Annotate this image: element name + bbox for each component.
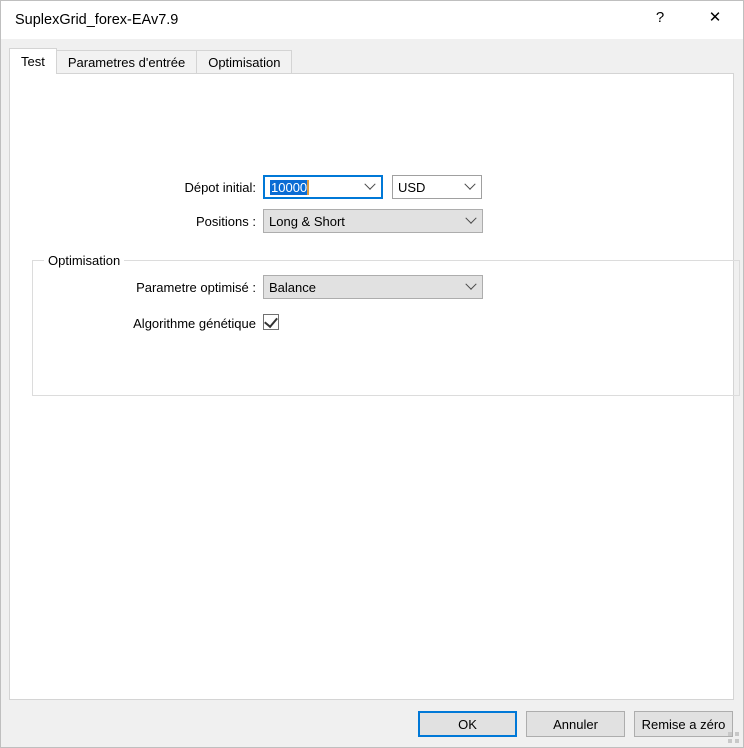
- reset-button[interactable]: Remise a zéro: [634, 711, 733, 737]
- chevron-down-icon[interactable]: [459, 176, 481, 198]
- ok-button[interactable]: OK: [418, 711, 517, 737]
- tab-optimisation[interactable]: Optimisation: [196, 50, 292, 74]
- positions-combobox[interactable]: Long & Short: [263, 209, 483, 233]
- window-title: SuplexGrid_forex-EAv7.9: [15, 12, 178, 28]
- currency-combobox[interactable]: USD: [392, 175, 482, 199]
- chevron-down-icon[interactable]: [460, 276, 482, 298]
- tab-test[interactable]: Test: [9, 48, 57, 74]
- optimised-parameter-combobox[interactable]: Balance: [263, 275, 483, 299]
- genetic-algorithm-label: Algorithme génétique: [56, 316, 256, 331]
- dialog-window: SuplexGrid_forex-EAv7.9 ? ✕ Test Paramet…: [0, 0, 744, 748]
- optimised-parameter-value: Balance: [264, 280, 460, 295]
- help-button[interactable]: ?: [637, 1, 683, 33]
- tab-content-panel: Dépot initial: 10000 USD Positions : Lon…: [9, 73, 734, 700]
- cancel-button[interactable]: Annuler: [526, 711, 625, 737]
- deposit-value-text: 10000: [270, 180, 309, 195]
- resize-grip[interactable]: [727, 731, 739, 743]
- positions-label: Positions :: [56, 214, 256, 229]
- tab-strip: Test Parametres d'entrée Optimisation: [9, 48, 292, 74]
- chevron-down-icon[interactable]: [359, 177, 381, 197]
- optimised-parameter-label: Parametre optimisé :: [56, 280, 256, 295]
- currency-value: USD: [393, 180, 459, 195]
- question-mark-icon: ?: [656, 10, 664, 25]
- checkmark-icon: [264, 314, 278, 328]
- deposit-combobox[interactable]: 10000: [263, 175, 383, 199]
- deposit-label: Dépot initial:: [56, 180, 256, 195]
- chevron-down-icon[interactable]: [460, 210, 482, 232]
- close-icon: ✕: [709, 10, 722, 25]
- tab-parametres-entree[interactable]: Parametres d'entrée: [56, 50, 197, 74]
- title-bar: SuplexGrid_forex-EAv7.9 ? ✕: [1, 1, 743, 39]
- deposit-value: 10000: [265, 180, 359, 195]
- optimisation-groupbox-label: Optimisation: [44, 253, 124, 268]
- genetic-algorithm-checkbox[interactable]: [263, 314, 279, 330]
- close-button[interactable]: ✕: [692, 1, 738, 33]
- positions-value: Long & Short: [264, 214, 460, 229]
